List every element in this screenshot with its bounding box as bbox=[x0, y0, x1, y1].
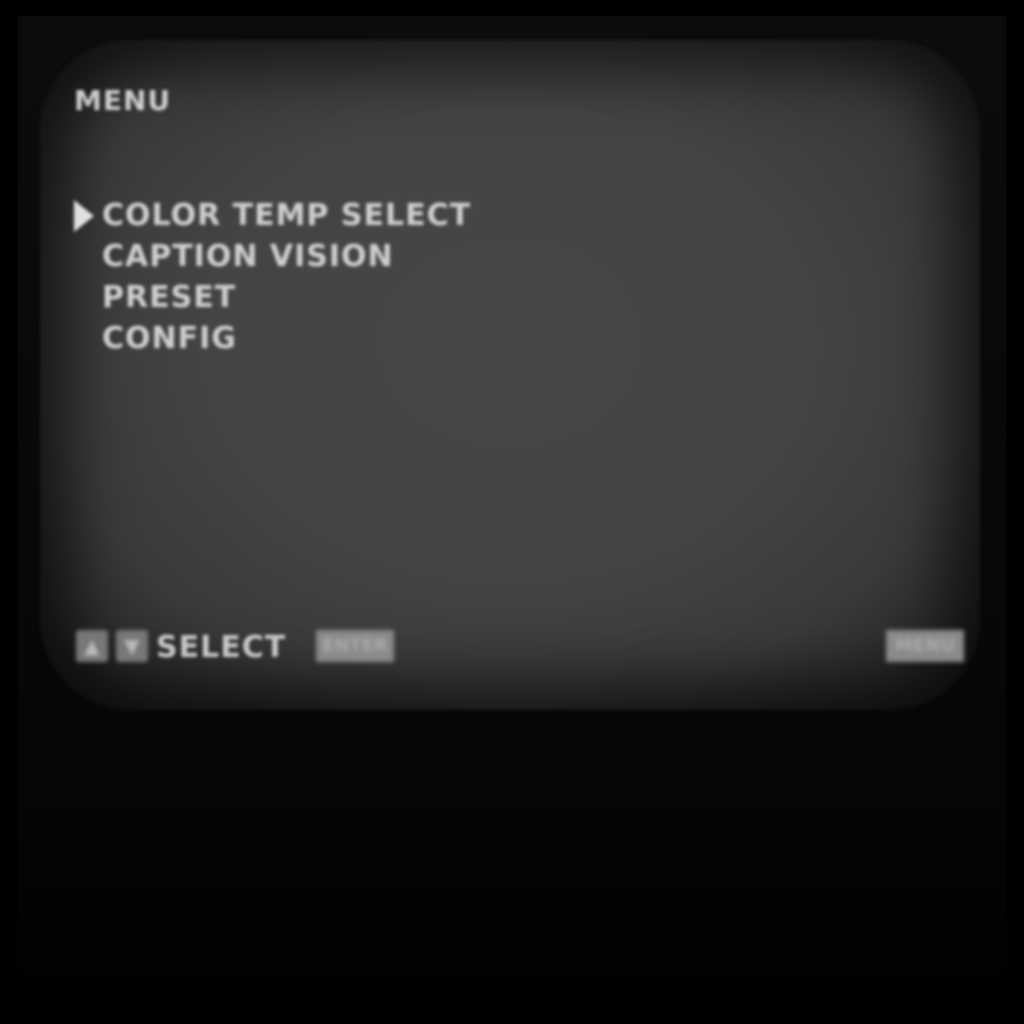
menu-item-config[interactable]: CONFIG bbox=[102, 321, 237, 356]
enter-badge: ENTER bbox=[316, 630, 394, 662]
select-hint: SELECT bbox=[156, 630, 287, 665]
menu-badge: MENU bbox=[886, 630, 964, 662]
menu-item-caption-vision[interactable]: CAPTION VISION bbox=[102, 239, 394, 274]
menu-item-preset[interactable]: PRESET bbox=[102, 280, 236, 315]
down-key-icon: ▼ bbox=[116, 630, 148, 662]
selection-cursor-icon bbox=[74, 200, 94, 232]
osd-screen bbox=[40, 40, 980, 710]
menu-title: MENU bbox=[74, 84, 172, 117]
menu-item-color-temp-select[interactable]: COLOR TEMP SELECT bbox=[102, 198, 471, 233]
up-key-icon: ▲ bbox=[76, 630, 108, 662]
